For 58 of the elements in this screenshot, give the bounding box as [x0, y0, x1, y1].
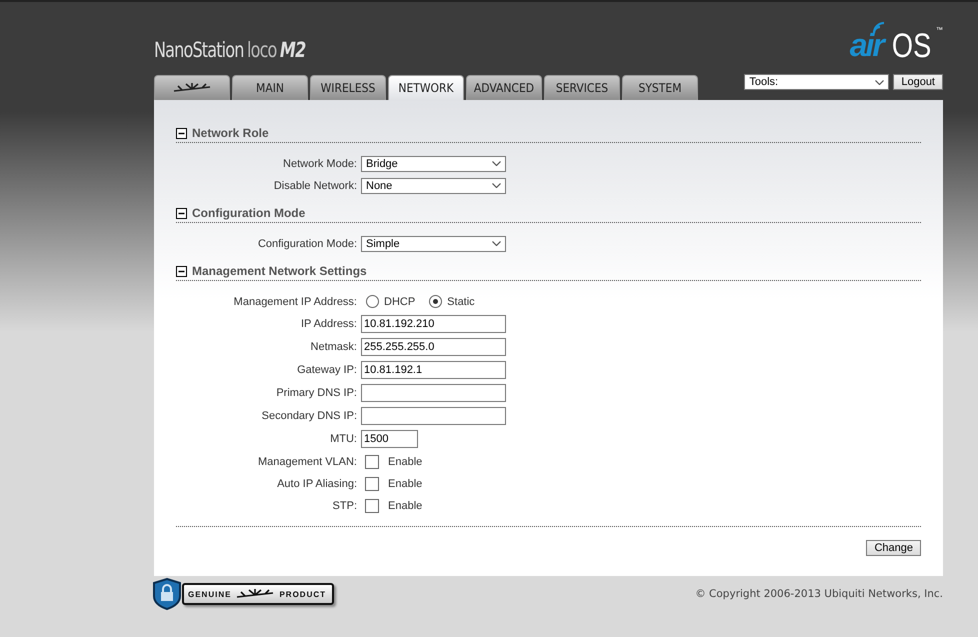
- input-field[interactable]: [361, 407, 506, 425]
- input-field[interactable]: 255.255.255.0: [361, 338, 506, 356]
- field-label: Network Mode:: [282, 158, 358, 170]
- option-label: Enable: [388, 456, 422, 468]
- field-label: Auto IP Aliasing:: [276, 478, 358, 490]
- nav-tab[interactable]: MAIN: [232, 75, 308, 100]
- field-label: Disable Network:: [272, 180, 358, 192]
- radio-button[interactable]: [366, 295, 379, 308]
- input-field[interactable]: 1500: [361, 430, 418, 448]
- field-label: Primary DNS IP:: [275, 387, 358, 399]
- checkbox[interactable]: [365, 498, 379, 512]
- radio-button[interactable]: [429, 295, 442, 308]
- collapse-toggle[interactable]: [176, 128, 187, 138]
- section-title: Configuration Mode: [192, 206, 306, 220]
- genuine-product-badge: GENUINE PRODUCT: [182, 583, 334, 605]
- nav-tab[interactable]: SYSTEM: [622, 75, 698, 100]
- shield-lock-icon: [152, 578, 182, 610]
- section-title: Network Role: [192, 126, 269, 140]
- change-button[interactable]: Change: [866, 540, 921, 556]
- nav-tab[interactable]: WIRELESS: [310, 75, 386, 100]
- field-label: MTU:: [329, 433, 358, 445]
- nav-tab[interactable]: [154, 75, 230, 100]
- dropdown[interactable]: None: [361, 178, 506, 194]
- section-title: Management Network Settings: [192, 264, 367, 278]
- checkbox[interactable]: [365, 454, 379, 468]
- field-label: Gateway IP:: [296, 364, 358, 376]
- nav-tab[interactable]: NETWORK: [388, 75, 464, 100]
- chevron-down-icon: [875, 80, 884, 84]
- collapse-toggle[interactable]: [176, 266, 187, 276]
- option-label: DHCP: [384, 296, 416, 308]
- input-field[interactable]: [361, 384, 506, 402]
- field-label: Management IP Address:: [232, 296, 358, 308]
- antenna-logo-icon: [235, 589, 276, 599]
- chevron-down-icon: [492, 161, 501, 166]
- dropdown[interactable]: Simple: [361, 236, 506, 252]
- field-label: Secondary DNS IP:: [260, 410, 358, 422]
- option-label: Enable: [388, 478, 422, 490]
- field-label: Netmask:: [310, 341, 358, 353]
- dropdown[interactable]: Bridge: [361, 156, 506, 172]
- field-label: Configuration Mode:: [256, 238, 358, 250]
- option-label: Static: [447, 296, 475, 308]
- input-field[interactable]: 10.81.192.1: [361, 361, 506, 379]
- checkbox[interactable]: [365, 476, 379, 490]
- input-field[interactable]: 10.81.192.210: [361, 315, 506, 333]
- nav-tab[interactable]: ADVANCED: [466, 75, 542, 100]
- field-label: Management VLAN:: [256, 456, 358, 468]
- product-logo: NanoStation loco M2: [154, 38, 306, 64]
- field-label: STP:: [332, 500, 358, 512]
- chevron-down-icon: [492, 241, 501, 246]
- nav-tab[interactable]: SERVICES: [544, 75, 620, 100]
- logout-button[interactable]: Logout: [893, 74, 943, 90]
- option-label: Enable: [388, 500, 422, 512]
- antenna-logo-icon: [172, 83, 212, 93]
- tools-dropdown[interactable]: Tools:: [744, 74, 890, 90]
- collapse-toggle[interactable]: [176, 208, 187, 218]
- chevron-down-icon: [492, 183, 501, 188]
- copyright-text: © Copyright 2006-2013 Ubiquiti Networks, Inc.: [695, 588, 943, 600]
- field-label: IP Address:: [300, 318, 358, 330]
